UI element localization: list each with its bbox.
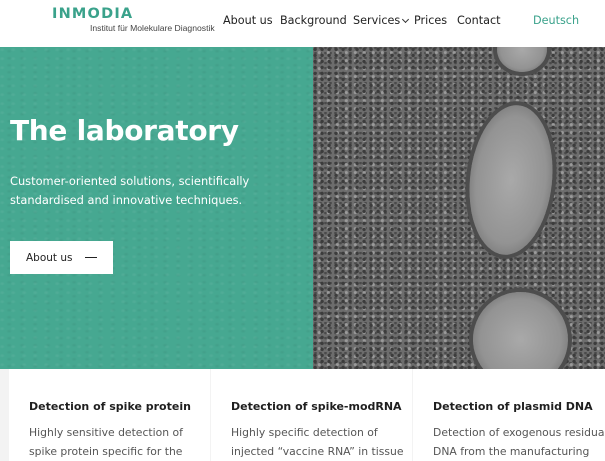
card-text: Detection of exogenous residual DNA from… <box>433 423 605 461</box>
hero-text: Customer-oriented solutions, scientifica… <box>10 174 250 207</box>
microscopy-image <box>313 47 605 369</box>
tissue-vessel <box>497 47 547 72</box>
card-title: Detection of plasmid DNA <box>433 400 593 413</box>
card-text-line: Detection of exogenous residual <box>433 426 605 439</box>
nav-background[interactable]: Background <box>280 14 347 27</box>
card-text-line: injected “vaccine RNA” in tissue <box>231 445 404 458</box>
nav-about-us[interactable]: About us <box>223 14 273 27</box>
chevron-down-icon <box>402 15 410 24</box>
card-text-line: Highly sensitive detection of <box>29 426 183 439</box>
card-text-line: Highly specific detection of <box>231 426 378 439</box>
service-cards: Detection of spike protein Highly sensit… <box>0 369 605 461</box>
card-text: Highly specific detection of injected “v… <box>231 423 404 461</box>
page: INMODIA Institut für Molekulare Diagnost… <box>0 0 605 461</box>
card-text-line: spike protein specific for the <box>29 445 183 458</box>
nav-prices[interactable]: Prices <box>414 14 447 27</box>
nav-contact[interactable]: Contact <box>457 14 501 27</box>
about-us-button-label: About us <box>26 251 73 264</box>
hero-title: The laboratory <box>10 114 239 147</box>
dash-icon <box>84 256 97 259</box>
logo[interactable]: INMODIA Institut für Molekulare Diagnost… <box>52 6 215 34</box>
about-us-button[interactable]: About us <box>10 241 113 274</box>
language-switch[interactable]: Deutsch <box>533 14 579 27</box>
nav-services[interactable]: Services <box>353 14 410 27</box>
tissue-vessel <box>462 101 560 259</box>
card-text-line: DNA from the manufacturing <box>433 445 590 458</box>
logo-subtitle: Institut für Molekulare Diagnostik <box>90 23 215 33</box>
nav-services-label: Services <box>353 14 401 27</box>
chevron-left-icon[interactable] <box>0 275 7 291</box>
tissue-vessel <box>473 292 568 369</box>
card-text: Highly sensitive detection of spike prot… <box>29 423 189 461</box>
service-card[interactable]: Detection of plasmid DNA Detection of ex… <box>413 369 605 461</box>
site-header: INMODIA Institut für Molekulare Diagnost… <box>0 0 605 47</box>
card-title: Detection of spike-modRNA <box>231 400 402 413</box>
service-card[interactable]: Detection of spike-modRNA Highly specifi… <box>211 369 412 461</box>
card-title: Detection of spike protein <box>29 400 191 413</box>
logo-wordmark: INMODIA <box>52 6 134 22</box>
service-card[interactable]: Detection of spike protein Highly sensit… <box>9 369 210 461</box>
